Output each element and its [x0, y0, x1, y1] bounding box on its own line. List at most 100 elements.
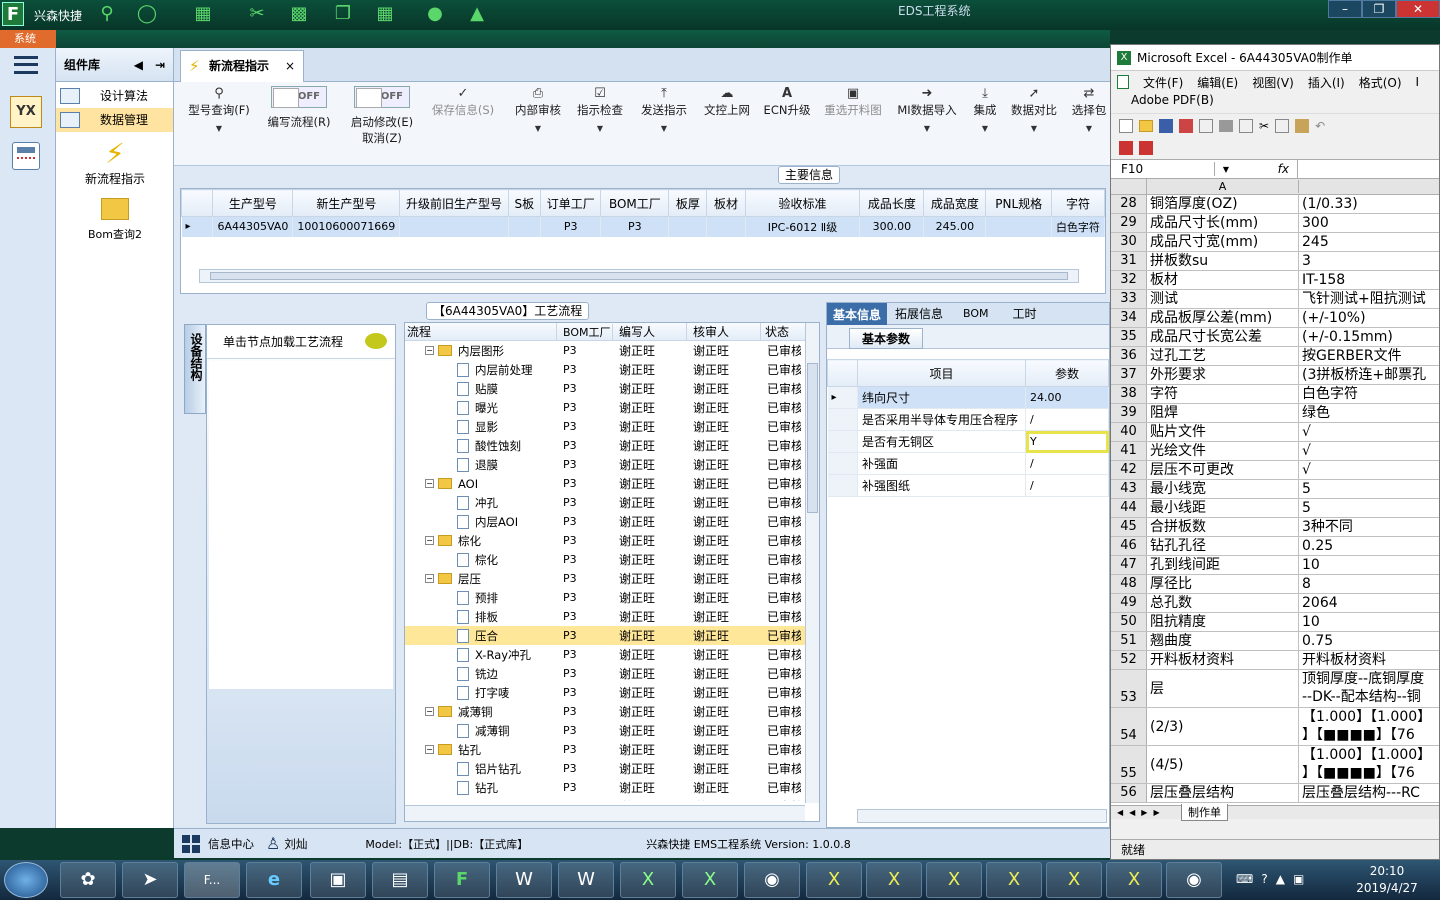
subtab-basic-params[interactable]: 基本参数	[849, 328, 924, 349]
cell-b[interactable]: 绿色	[1299, 404, 1439, 422]
name-box-dropdown-icon[interactable]: ▼	[1215, 165, 1237, 174]
col-header-flow[interactable]: 流程	[405, 323, 557, 340]
chevron-left-icon[interactable]: ◀	[134, 58, 143, 72]
row-number[interactable]: 52	[1111, 651, 1147, 669]
param-value[interactable]: /	[1025, 408, 1109, 431]
bom-query-item[interactable]: Bom查询2	[56, 198, 174, 242]
taskbar-bird-icon[interactable]: ➤	[122, 862, 178, 898]
expand-toggle-icon[interactable]: −	[425, 707, 434, 716]
table-cell[interactable]: 245.00	[923, 216, 987, 237]
expand-toggle-icon[interactable]: −	[425, 745, 434, 754]
col-header[interactable]: 生产型号	[212, 189, 294, 217]
expand-toggle-icon[interactable]: −	[425, 479, 434, 488]
new-icon[interactable]	[1119, 118, 1133, 133]
col-header[interactable]: 成品长度	[859, 189, 925, 217]
taskbar-excel-icon-7[interactable]: X	[1046, 862, 1102, 898]
send-instruction-button[interactable]: ⤒ 发送指示 ▼	[636, 86, 692, 140]
row-number[interactable]: 42	[1111, 461, 1147, 479]
row-number[interactable]: 35	[1111, 328, 1147, 346]
minimize-button[interactable]: –	[1328, 0, 1362, 18]
tree-row[interactable]: 贴膜 P3 谢正旺 谢正旺 已审核	[405, 379, 819, 398]
network-icon[interactable]: ▣	[1293, 872, 1312, 886]
keyboard-icon[interactable]: ⌨	[1236, 872, 1261, 886]
tree-row[interactable]: 铝片钻孔 P3 谢正旺 谢正旺 已审核	[405, 759, 819, 778]
taskbar-word-icon[interactable]: W	[496, 862, 552, 898]
tree-row[interactable]: 压合 P3 谢正旺 谢正旺 已审核	[405, 626, 819, 645]
row-number[interactable]: 45	[1111, 518, 1147, 536]
user-icon[interactable]: ●	[424, 3, 446, 25]
pin-icon[interactable]: ⇥	[155, 58, 165, 72]
cell-a[interactable]: 成品板厚公差(mm)	[1147, 309, 1299, 327]
scissors-icon[interactable]: ✂	[246, 3, 268, 25]
tree-row[interactable]: 减薄铜 P3 谢正旺 谢正旺 已审核	[405, 721, 819, 740]
maximize-button[interactable]: ❐	[1362, 0, 1396, 18]
system-menu[interactable]: 系统	[0, 30, 56, 48]
row-number[interactable]: 28	[1111, 195, 1147, 213]
cell-a[interactable]: 贴片文件	[1147, 423, 1299, 441]
taskbar-foxit-button[interactable]: F...	[184, 862, 240, 898]
cell-a[interactable]: 拼板数su	[1147, 252, 1299, 270]
cell-a[interactable]: 最小线宽	[1147, 480, 1299, 498]
cell-a[interactable]: (2/3)	[1147, 708, 1299, 745]
table-cell[interactable]: P3	[540, 216, 602, 237]
vertical-scrollbar[interactable]	[805, 323, 819, 803]
cell-b[interactable]: √	[1299, 461, 1439, 479]
reselect-cut-chart-button[interactable]: ▣ 重选开料图	[820, 86, 886, 118]
cell-b[interactable]: 10	[1299, 556, 1439, 574]
tree-row[interactable]: −沉铜P3谢正旺谢正旺已审核	[405, 797, 819, 802]
taskbar-excel-icon-8[interactable]: X	[1106, 862, 1162, 898]
taskbar-excel-icon-2[interactable]: X	[682, 862, 738, 898]
hamburger-menu-icon[interactable]	[14, 56, 38, 74]
table-cell[interactable]: IPC-6012 Ⅱ级	[745, 216, 861, 237]
cell-b[interactable]: 0.25	[1299, 537, 1439, 555]
col-header[interactable]: 字符	[1050, 189, 1105, 217]
sidebar-item-data-management[interactable]: 数据管理	[56, 108, 173, 132]
cell-b[interactable]: √	[1299, 423, 1439, 441]
table-cell[interactable]	[399, 216, 509, 237]
menu-format[interactable]: 格式(O)	[1359, 74, 1402, 91]
cell-a[interactable]: 铜箔厚度(OZ)	[1147, 195, 1299, 213]
tree-row[interactable]: 排板 P3 谢正旺 谢正旺 已审核	[405, 607, 819, 626]
close-button[interactable]: ✕	[1396, 0, 1440, 18]
cell-a[interactable]: 翘曲度	[1147, 632, 1299, 650]
col-header[interactable]: 板材	[706, 189, 746, 217]
device-structure-tab[interactable]: 设备结构	[184, 324, 206, 414]
doc-control-upload-button[interactable]: ☁ 文控上网	[700, 86, 754, 118]
taskbar-ie-icon[interactable]: e	[246, 862, 302, 898]
cell-b[interactable]: (3拼板桥连+邮票孔	[1299, 366, 1439, 384]
column-header-a[interactable]: A	[1147, 180, 1299, 193]
menu-insert[interactable]: 插入(I)	[1308, 74, 1345, 91]
table-icon[interactable]: ▦	[192, 3, 214, 25]
tree-row[interactable]: 内层前处理 P3 谢正旺 谢正旺 已审核	[405, 360, 819, 379]
taskbar-excel-icon-5[interactable]: X	[926, 862, 982, 898]
row-number[interactable]: 33	[1111, 290, 1147, 308]
tree-row[interactable]: − 减薄铜 P3 谢正旺 谢正旺 已审核	[405, 702, 819, 721]
col-header-param[interactable]: 参数	[1025, 359, 1109, 387]
cell-b[interactable]: 【1.000】【1.000】 】【■■■■】【76	[1299, 746, 1439, 783]
tree-row[interactable]: 酸性蚀刻 P3 谢正旺 谢正旺 已审核	[405, 436, 819, 455]
open-icon[interactable]	[1139, 119, 1153, 132]
taskbar-word-icon-2[interactable]: W	[558, 862, 614, 898]
col-header[interactable]: BOM工厂	[600, 189, 670, 217]
tab-work-hours[interactable]: 工时	[1001, 302, 1049, 325]
help-icon[interactable]: ?	[1261, 872, 1275, 886]
tree-row[interactable]: − 棕化 P3 谢正旺 谢正旺 已审核	[405, 531, 819, 550]
expand-toggle-icon[interactable]: −	[425, 346, 434, 355]
cell-a[interactable]: 成品尺寸长(mm)	[1147, 214, 1299, 232]
row-number[interactable]: 55	[1111, 746, 1147, 783]
tree-row[interactable]: 打字唛 P3 谢正旺 谢正旺 已审核	[405, 683, 819, 702]
taskbar-floppy-icon[interactable]: ▣	[310, 862, 366, 898]
cell-a[interactable]: 光绘文件	[1147, 442, 1299, 460]
row-number[interactable]: 29	[1111, 214, 1147, 232]
row-number[interactable]: 50	[1111, 613, 1147, 631]
taskbar-eye-icon[interactable]: ◉	[744, 862, 800, 898]
table-cell[interactable]	[706, 216, 746, 237]
cell-a[interactable]: 厚径比	[1147, 575, 1299, 593]
col-header[interactable]: 成品宽度	[923, 189, 987, 217]
cell-a[interactable]: 钻孔孔径	[1147, 537, 1299, 555]
cell-a[interactable]: 层压叠层结构	[1147, 784, 1299, 802]
param-value[interactable]: Y	[1025, 430, 1109, 453]
cell-b[interactable]: 2064	[1299, 594, 1439, 612]
table-cell[interactable]: 6A44305VA0	[212, 216, 294, 237]
start-button[interactable]	[4, 862, 48, 898]
